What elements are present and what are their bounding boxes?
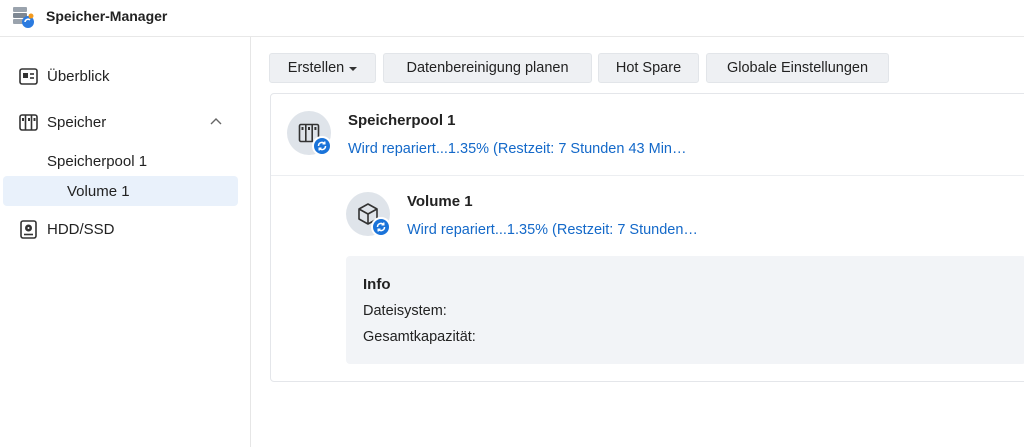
storage-pool-status: Wird repariert...1.35% (Restzeit: 7 Stun…: [348, 141, 687, 157]
caret-down-icon: [349, 67, 358, 71]
storage-pool-title[interactable]: Speicherpool 1: [348, 112, 456, 129]
sidebar-item-label: Speicher: [47, 113, 107, 131]
info-title: Info: [363, 276, 391, 293]
repair-sync-icon: [312, 136, 332, 156]
storage-pool-icon-wrap: [287, 111, 333, 157]
volume-title[interactable]: Volume 1: [407, 193, 473, 210]
sidebar-item-label: Überblick: [47, 67, 110, 85]
volume-icon-wrap: [346, 192, 392, 238]
create-button[interactable]: Erstellen: [269, 53, 376, 83]
hdd-icon: [20, 220, 37, 239]
sidebar-item-volume-1[interactable]: Volume 1: [3, 176, 238, 206]
global-settings-button[interactable]: Globale Einstellungen: [706, 53, 889, 83]
volume-status: Wird repariert...1.35% (Restzeit: 7 Stun…: [407, 222, 698, 238]
chevron-up-icon[interactable]: [209, 115, 223, 129]
sidebar-item-storage[interactable]: Speicher: [0, 104, 250, 140]
sidebar-item-storage-pool-1[interactable]: Speicherpool 1: [47, 146, 237, 176]
sidebar-item-hdd-ssd[interactable]: HDD/SSD: [0, 211, 250, 247]
sidebar-item-overview[interactable]: Überblick: [0, 58, 250, 94]
hot-spare-button[interactable]: Hot Spare: [598, 53, 699, 83]
app-title: Speicher-Manager: [46, 8, 168, 24]
sidebar-item-label: Speicherpool 1: [47, 152, 148, 170]
repair-sync-icon: [371, 217, 391, 237]
schedule-scrub-button[interactable]: Datenbereinigung planen: [383, 53, 592, 83]
divider: [271, 175, 1024, 176]
sidebar-item-label: HDD/SSD: [47, 220, 115, 238]
overview-icon: [19, 68, 38, 85]
info-box: [346, 256, 1024, 364]
sidebar-item-label: Volume 1: [67, 182, 130, 200]
storage-manager-app-icon: [13, 7, 34, 28]
filesystem-label: Dateisystem:: [363, 303, 447, 319]
total-capacity-label: Gesamtkapazität:: [363, 329, 476, 345]
title-bar: Speicher-Manager: [0, 0, 1024, 37]
create-button-label: Erstellen: [287, 60, 345, 76]
storage-icon: [19, 114, 38, 131]
